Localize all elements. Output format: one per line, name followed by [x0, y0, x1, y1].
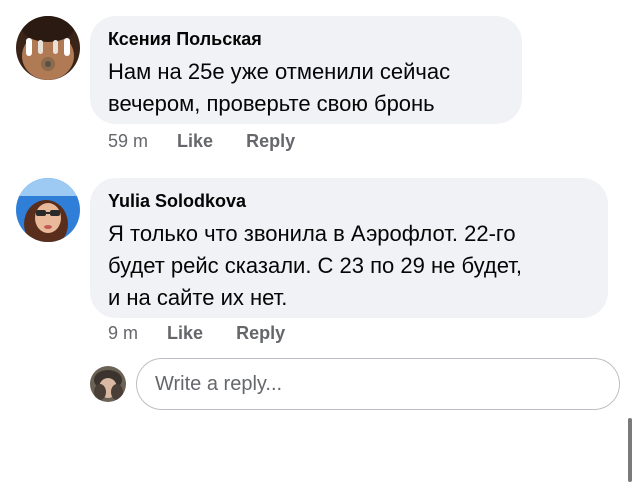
like-button[interactable]: Like [167, 322, 203, 344]
comment-time[interactable]: 59 m [108, 130, 148, 152]
comment-bubble: Ксения Польская Нам на 25е уже отменили … [90, 16, 522, 124]
comment-text-line: Нам на 25е уже отменили сейчас [108, 59, 451, 84]
current-user-avatar [90, 366, 126, 402]
comment-text: Нам на 25е уже отменили сейчас вечером, … [108, 56, 504, 120]
comment-text-line: вечером, проверьте свою бронь [108, 91, 435, 116]
comment-meta: 9 m Like Reply [108, 322, 313, 344]
reply-input[interactable] [155, 371, 595, 397]
comment-text: Я только что звонила в Аэрофлот. 22-го б… [108, 218, 590, 314]
avatar-photo-icon [16, 178, 80, 242]
reply-input-container[interactable] [136, 358, 620, 410]
avatar[interactable] [16, 16, 80, 80]
comment-time[interactable]: 9 m [108, 322, 138, 344]
like-button[interactable]: Like [177, 130, 213, 152]
comment-text-line: Я только что звонила в Аэрофлот. 22-го [108, 221, 516, 246]
reply-button[interactable]: Reply [246, 130, 295, 152]
avatar-photo-icon [16, 16, 80, 80]
comment-text-line: будет рейс сказали. С 23 по 29 не будет, [108, 253, 522, 278]
comment-bubble: Yulia Solodkova Я только что звонила в А… [90, 178, 608, 318]
comment-author[interactable]: Yulia Solodkova [108, 190, 590, 212]
scrollbar-thumb[interactable] [628, 418, 632, 482]
avatar-photo-icon [90, 366, 126, 402]
avatar[interactable] [16, 178, 80, 242]
comment-author[interactable]: Ксения Польская [108, 28, 504, 50]
comment-meta: 59 m Like Reply [108, 130, 323, 152]
comment-text-line: и на сайте их нет. [108, 285, 288, 310]
reply-button[interactable]: Reply [236, 322, 285, 344]
